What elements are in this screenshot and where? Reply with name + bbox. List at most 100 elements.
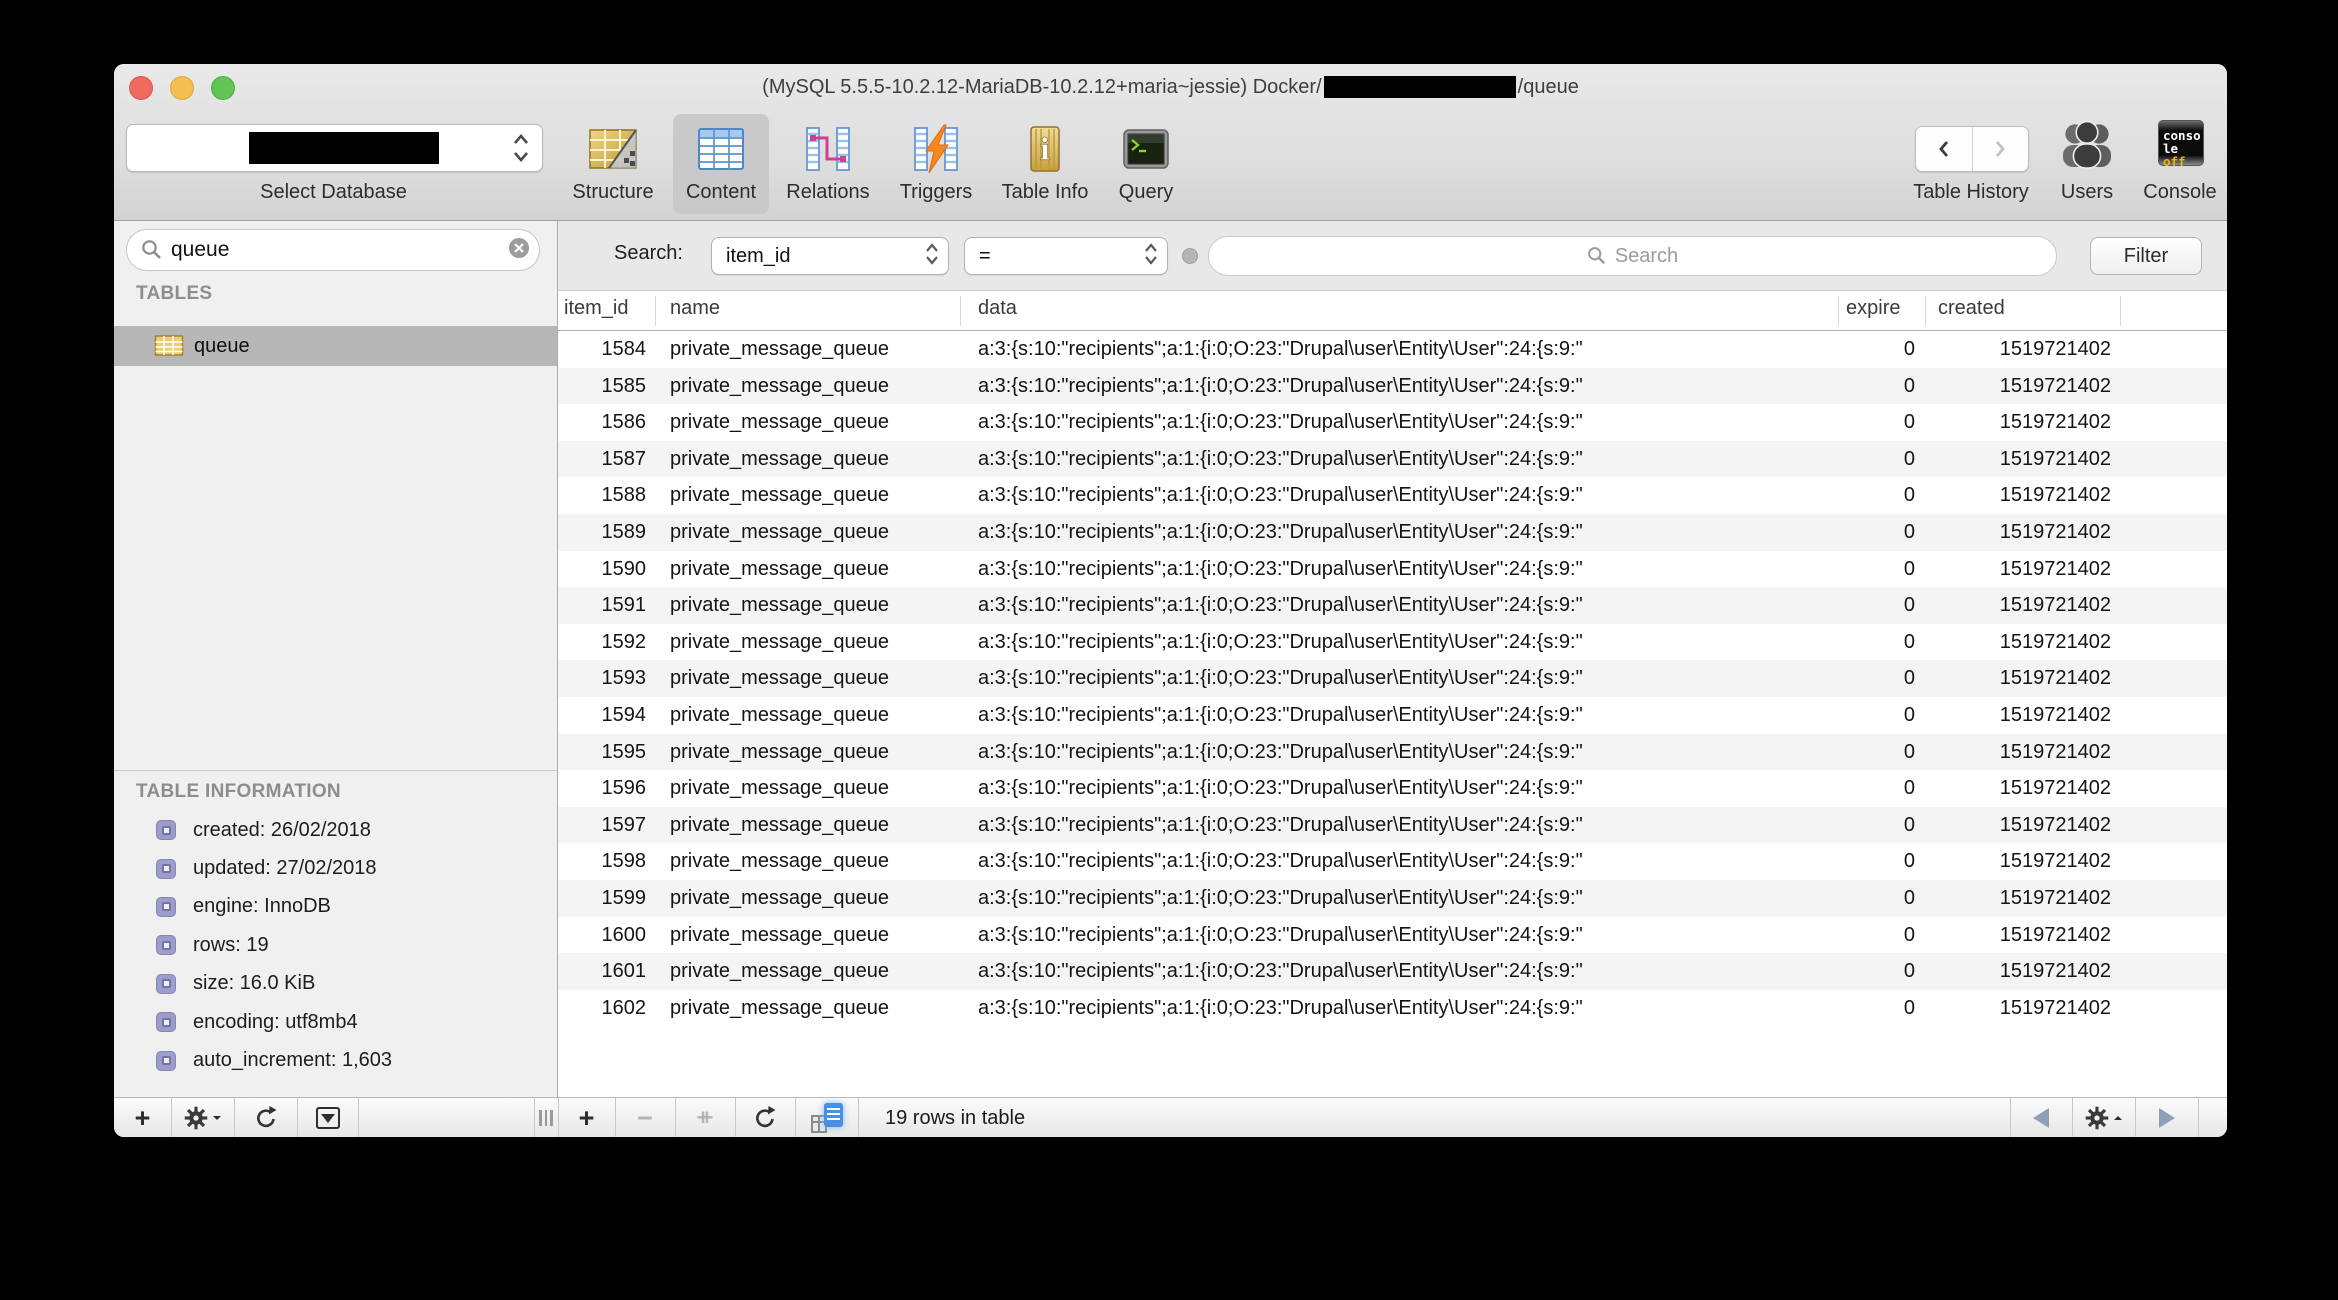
cell-data: a:3:{s:10:"recipients";a:1:{i:0;O:23:"Dr… [978,660,1848,697]
table-header: item_id name data expire created [558,291,2227,331]
column-divider[interactable] [2120,296,2121,326]
table-row[interactable]: 1587private_message_queuea:3:{s:10:"reci… [558,441,2227,478]
table-row[interactable]: 1590private_message_queuea:3:{s:10:"reci… [558,551,2227,588]
delete-row-button[interactable]: − [615,1098,675,1137]
cell-created: 1519721402 [1925,770,2111,807]
table-row[interactable]: 1588private_message_queuea:3:{s:10:"reci… [558,477,2227,514]
table-row[interactable]: 1585private_message_queuea:3:{s:10:"reci… [558,368,2227,405]
previous-result-page-button[interactable] [2010,1098,2072,1137]
table-row[interactable]: 1600private_message_queuea:3:{s:10:"reci… [558,917,2227,954]
content-search-field[interactable]: Search [1208,236,2057,276]
duplicate-row-button[interactable]: ++ [675,1098,735,1137]
sidebar-table-name: queue [194,335,250,358]
select-database-dropdown[interactable] [126,124,543,172]
content-area: Search: item_id = [558,221,2227,1097]
history-back-button[interactable] [1916,127,1972,171]
table-row[interactable]: 1601private_message_queuea:3:{s:10:"reci… [558,953,2227,990]
filter-button[interactable]: Filter [2090,237,2202,275]
export-dropdown-button[interactable] [297,1098,358,1137]
cell-item_id: 1585 [558,368,646,405]
content-table-icon [695,123,747,177]
cell-created: 1519721402 [1925,551,2111,588]
search-icon [1587,246,1607,266]
add-table-button[interactable]: + [114,1098,171,1137]
column-header-created[interactable]: created [1938,297,2005,320]
cell-name: private_message_queue [670,990,965,1027]
next-result-page-button[interactable] [2135,1098,2198,1137]
table-row[interactable]: 1596private_message_queuea:3:{s:10:"reci… [558,770,2227,807]
column-divider[interactable] [655,296,656,326]
column-header-item-id[interactable]: item_id [564,297,628,320]
cell-item_id: 1594 [558,697,646,734]
cell-data: a:3:{s:10:"recipients";a:1:{i:0;O:23:"Dr… [978,368,1848,405]
table-info-icon: i [1019,123,1071,177]
cell-name: private_message_queue [670,441,965,478]
column-header-expire[interactable]: expire [1846,297,1900,320]
console-button[interactable]: conso le off [2158,120,2204,166]
column-divider[interactable] [1925,296,1926,326]
cell-data: a:3:{s:10:"recipients";a:1:{i:0;O:23:"Dr… [978,331,1848,368]
pagination-gear-button[interactable] [2072,1098,2135,1137]
table-row[interactable]: 1589private_message_queuea:3:{s:10:"reci… [558,514,2227,551]
table-actions-gear-button[interactable] [171,1098,234,1137]
field-bullet-icon [156,935,176,955]
column-header-data[interactable]: data [978,297,1017,320]
table-row[interactable]: 1591private_message_queuea:3:{s:10:"reci… [558,587,2227,624]
cell-item_id: 1601 [558,953,646,990]
tab-triggers[interactable]: Triggers [888,114,984,214]
field-bullet-icon [156,859,176,879]
table-row[interactable]: 1598private_message_queuea:3:{s:10:"reci… [558,843,2227,880]
history-forward-button[interactable] [1972,127,2029,171]
cell-item_id: 1598 [558,843,646,880]
table-row[interactable]: 1586private_message_queuea:3:{s:10:"reci… [558,404,2227,441]
filter-column-dropdown[interactable]: item_id [711,237,949,275]
tab-structure[interactable]: Structure [565,114,661,214]
table-information-item: auto_increment: 1,603 [114,1041,557,1079]
cell-created: 1519721402 [1925,514,2111,551]
table-row[interactable]: 1602private_message_queuea:3:{s:10:"reci… [558,990,2227,1027]
chevron-left-icon [1934,139,1954,159]
column-header-name[interactable]: name [670,297,720,320]
filter-operator-dropdown[interactable]: = [964,237,1168,275]
table-row[interactable]: 1584private_message_queuea:3:{s:10:"reci… [558,331,2227,368]
tab-query[interactable]: Query [1098,114,1194,214]
refresh-icon [253,1105,279,1131]
table-row[interactable]: 1595private_message_queuea:3:{s:10:"reci… [558,734,2227,771]
clear-search-button[interactable] [507,236,531,265]
table-row[interactable]: 1597private_message_queuea:3:{s:10:"reci… [558,807,2227,844]
chevron-right-icon [1990,139,2010,159]
cell-expire: 0 [1838,990,1915,1027]
table-row[interactable]: 1594private_message_queuea:3:{s:10:"reci… [558,697,2227,734]
add-row-button[interactable]: + [558,1098,615,1137]
edit-row-sheet-button[interactable] [795,1098,858,1137]
table-information-text: encoding: utf8mb4 [193,1011,358,1034]
table-information-text: rows: 19 [193,934,269,957]
column-divider[interactable] [1838,296,1839,326]
query-terminal-icon [1120,123,1172,177]
search-icon [141,239,163,261]
column-divider[interactable] [960,296,961,326]
table-row[interactable]: 1592private_message_queuea:3:{s:10:"reci… [558,624,2227,661]
sidebar-resize-handle[interactable] [534,1098,558,1137]
users-button[interactable] [2059,118,2115,175]
table-information-item: encoding: utf8mb4 [114,1003,557,1041]
field-bullet-icon [156,897,176,917]
cell-name: private_message_queue [670,734,965,771]
table-row[interactable]: 1593private_message_queuea:3:{s:10:"reci… [558,660,2227,697]
sidebar: queue TABLES queue TABLE INFORMATION cre… [114,221,558,1097]
right-triangle-icon [2159,1108,2175,1128]
tab-content[interactable]: Content [673,114,769,214]
field-bullet-icon [156,1012,176,1032]
cell-item_id: 1589 [558,514,646,551]
edit-row-document-icon [811,1103,843,1133]
content-search-placeholder: Search [1615,245,1678,268]
refresh-tables-button[interactable] [234,1098,297,1137]
tab-relations[interactable]: Relations [780,114,876,214]
cell-created: 1519721402 [1925,880,2111,917]
refresh-rows-button[interactable] [735,1098,795,1137]
table-row[interactable]: 1599private_message_queuea:3:{s:10:"reci… [558,880,2227,917]
status-bar: + [114,1097,2227,1137]
table-filter-input[interactable]: queue [126,229,540,271]
cell-name: private_message_queue [670,514,965,551]
sidebar-item-queue-table[interactable]: queue [114,326,557,366]
